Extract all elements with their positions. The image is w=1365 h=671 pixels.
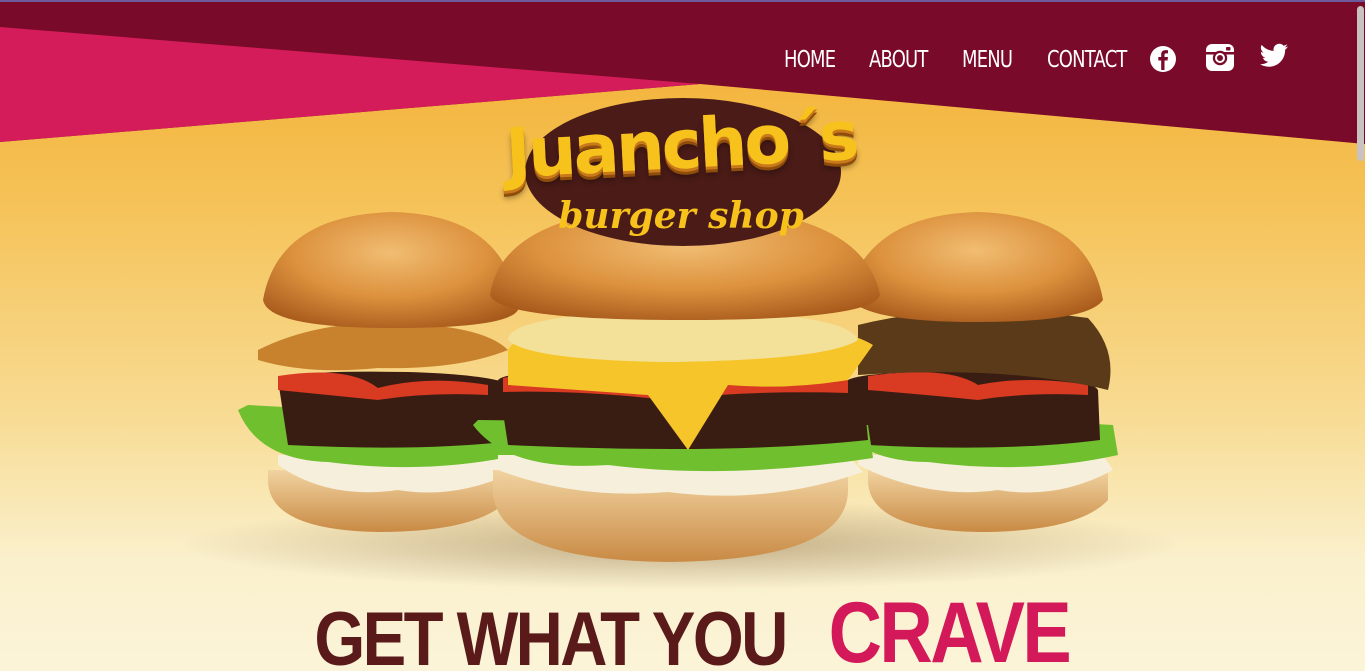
page: HOME ABOUT MENU CONTACT Juancho´s burger… bbox=[0, 0, 1365, 671]
instagram-icon[interactable] bbox=[1205, 42, 1235, 72]
left-burger bbox=[238, 212, 523, 532]
nav-about[interactable]: ABOUT bbox=[869, 47, 928, 73]
hero-tagline: GET WHAT YOU CRAVE bbox=[0, 584, 1365, 671]
brand-logo[interactable]: Juancho´s burger shop bbox=[478, 96, 884, 252]
twitter-icon[interactable] bbox=[1259, 42, 1289, 70]
scrollbar-thumb[interactable] bbox=[1357, 6, 1364, 161]
tagline-emphasis: CRAVE bbox=[828, 585, 1071, 671]
nav-contact[interactable]: CONTACT bbox=[1047, 47, 1127, 73]
nav-home[interactable]: HOME bbox=[784, 47, 836, 73]
nav-menu[interactable]: MENU bbox=[962, 47, 1013, 73]
right-burger bbox=[828, 212, 1118, 532]
facebook-icon[interactable] bbox=[1148, 42, 1178, 72]
logo-subtitle: burger shop bbox=[558, 195, 804, 237]
burgers-image bbox=[180, 206, 1180, 590]
center-burger bbox=[473, 206, 880, 562]
page-scrollbar[interactable] bbox=[1355, 0, 1365, 671]
tagline-prefix: GET WHAT YOU bbox=[314, 597, 789, 671]
